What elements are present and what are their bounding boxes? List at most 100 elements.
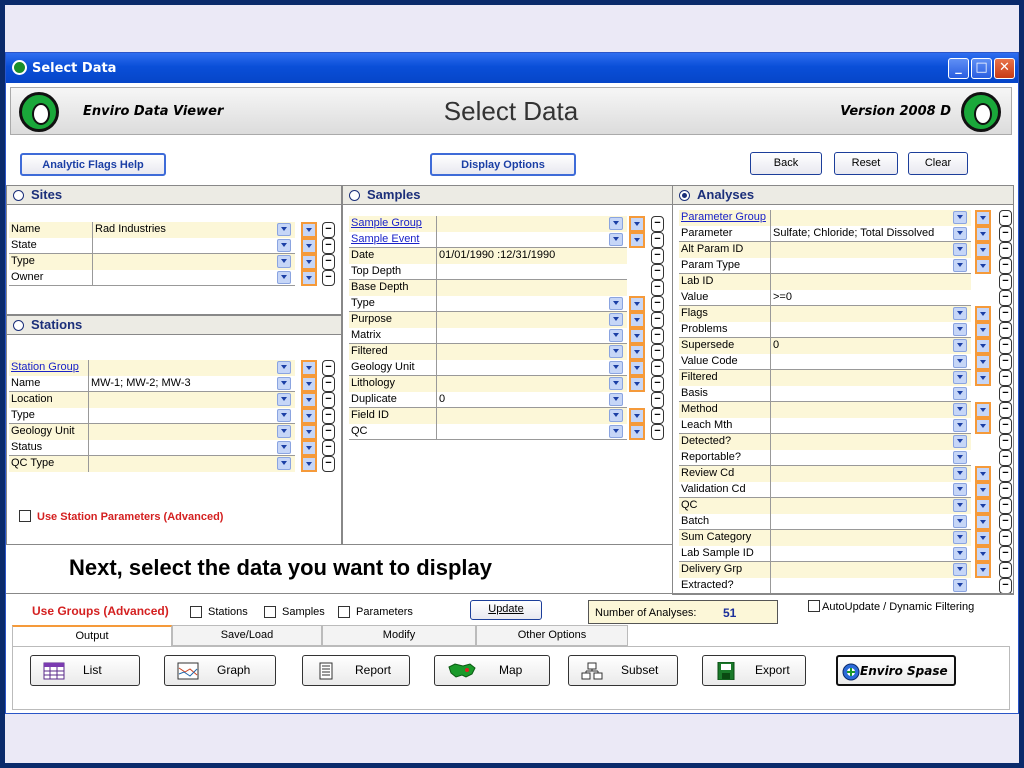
samples-dropdown-sample-event-icon[interactable] — [609, 233, 623, 246]
analyses-dropdown-filtered-icon[interactable] — [953, 371, 967, 384]
stations-group-checkbox[interactable] — [190, 606, 202, 618]
analyses-value-filtered[interactable] — [771, 370, 971, 386]
samples-dropdown-purpose-icon[interactable] — [609, 313, 623, 326]
clear-button[interactable]: Clear — [908, 152, 968, 175]
analyses-remove-parameter-group-button[interactable]: − — [999, 210, 1012, 226]
analyses-value-batch[interactable] — [771, 514, 971, 530]
analyses-select-leach-mth-icon[interactable] — [975, 418, 991, 434]
analyses-dropdown-parameter-group-icon[interactable] — [953, 211, 967, 224]
tab-other-options[interactable]: Other Options — [476, 625, 628, 646]
analyses-dropdown-value-code-icon[interactable] — [953, 355, 967, 368]
analyses-dropdown-batch-icon[interactable] — [953, 515, 967, 528]
analyses-select-flags-icon[interactable] — [975, 306, 991, 322]
analyses-select-sum-category-icon[interactable] — [975, 530, 991, 546]
analyses-value-review-cd[interactable] — [771, 466, 971, 482]
analyses-select-value-code-icon[interactable] — [975, 354, 991, 370]
stations-select-geology-unit-icon[interactable] — [301, 424, 317, 440]
analyses-value-parameter[interactable]: Sulfate; Chloride; Total Dissolved — [771, 226, 971, 242]
samples-label-sample-group[interactable]: Sample Group — [349, 216, 437, 232]
analyses-remove-sum-category-button[interactable]: − — [999, 530, 1012, 546]
stations-select-status-icon[interactable] — [301, 440, 317, 456]
analyses-dropdown-parameter-icon[interactable] — [953, 227, 967, 240]
sites-remove-name-button[interactable]: − — [322, 222, 335, 238]
samples-remove-base-depth-button[interactable]: − — [651, 280, 664, 296]
analyses-dropdown-lab-sample-id-icon[interactable] — [953, 547, 967, 560]
display-options-button[interactable]: Display Options — [430, 153, 576, 176]
samples-value-purpose[interactable] — [437, 312, 627, 328]
samples-select-field-id-icon[interactable] — [629, 408, 645, 424]
analyses-select-review-cd-icon[interactable] — [975, 466, 991, 482]
analyses-value-parameter-group[interactable] — [771, 210, 971, 226]
sites-remove-owner-button[interactable]: − — [322, 270, 335, 286]
analyses-select-supersede-icon[interactable] — [975, 338, 991, 354]
analyses-remove-qc-button[interactable]: − — [999, 498, 1012, 514]
samples-value-filtered[interactable] — [437, 344, 627, 360]
analyses-dropdown-qc-icon[interactable] — [953, 499, 967, 512]
stations-radio[interactable] — [13, 320, 24, 331]
analyses-select-param-type-icon[interactable] — [975, 258, 991, 274]
analyses-select-delivery-grp-icon[interactable] — [975, 562, 991, 578]
analyses-dropdown-detected-icon[interactable] — [953, 435, 967, 448]
analyses-remove-basis-button[interactable]: − — [999, 386, 1012, 402]
samples-value-matrix[interactable] — [437, 328, 627, 344]
samples-value-lithology[interactable] — [437, 376, 627, 392]
stations-dropdown-location-icon[interactable] — [277, 393, 291, 406]
close-button[interactable]: ✕ — [994, 58, 1015, 79]
analyses-value-leach-mth[interactable] — [771, 418, 971, 434]
sites-value-name[interactable]: Rad Industries — [93, 222, 295, 238]
analyses-remove-review-cd-button[interactable]: − — [999, 466, 1012, 482]
samples-value-sample-event[interactable] — [437, 232, 627, 248]
stations-select-type-icon[interactable] — [301, 408, 317, 424]
samples-select-sample-group-icon[interactable] — [629, 216, 645, 232]
samples-radio[interactable] — [349, 190, 360, 201]
analyses-remove-flags-button[interactable]: − — [999, 306, 1012, 322]
samples-value-base-depth[interactable] — [437, 280, 627, 296]
analyses-remove-extracted-button[interactable]: − — [999, 578, 1012, 594]
analyses-select-batch-icon[interactable] — [975, 514, 991, 530]
analyses-value-param-type[interactable] — [771, 258, 971, 274]
stations-dropdown-name-icon[interactable] — [277, 377, 291, 390]
stations-value-name[interactable]: MW-1; MW-2; MW-3 — [89, 376, 295, 392]
list-button[interactable]: List — [30, 655, 140, 686]
analyses-value-delivery-grp[interactable] — [771, 562, 971, 578]
analyses-value-problems[interactable] — [771, 322, 971, 338]
analyses-dropdown-sum-category-icon[interactable] — [953, 531, 967, 544]
samples-value-duplicate[interactable]: 0 — [437, 392, 627, 408]
analyses-value-method[interactable] — [771, 402, 971, 418]
samples-remove-qc-button[interactable]: − — [651, 424, 664, 440]
samples-value-qc[interactable] — [437, 424, 627, 440]
samples-select-type-icon[interactable] — [629, 296, 645, 312]
tab-output[interactable]: Output — [12, 625, 172, 646]
samples-dropdown-sample-group-icon[interactable] — [609, 217, 623, 230]
stations-select-location-icon[interactable] — [301, 392, 317, 408]
analyses-value-qc[interactable] — [771, 498, 971, 514]
sites-dropdown-type-icon[interactable] — [277, 255, 291, 268]
stations-value-geology-unit[interactable] — [89, 424, 295, 440]
map-button[interactable]: Map — [434, 655, 550, 686]
analyses-dropdown-alt-param-id-icon[interactable] — [953, 243, 967, 256]
samples-value-type[interactable] — [437, 296, 627, 312]
samples-remove-field-id-button[interactable]: − — [651, 408, 664, 424]
analyses-remove-detected-button[interactable]: − — [999, 434, 1012, 450]
stations-remove-type-button[interactable]: − — [322, 408, 335, 424]
sites-value-owner[interactable] — [93, 270, 295, 286]
samples-dropdown-field-id-icon[interactable] — [609, 409, 623, 422]
samples-dropdown-lithology-icon[interactable] — [609, 377, 623, 390]
analyses-remove-leach-mth-button[interactable]: − — [999, 418, 1012, 434]
analyses-remove-problems-button[interactable]: − — [999, 322, 1012, 338]
samples-remove-geology-unit-button[interactable]: − — [651, 360, 664, 376]
analyses-value-basis[interactable] — [771, 386, 971, 402]
samples-dropdown-qc-icon[interactable] — [609, 425, 623, 438]
analyses-dropdown-param-type-icon[interactable] — [953, 259, 967, 272]
samples-remove-date-button[interactable]: − — [651, 248, 664, 264]
sites-dropdown-state-icon[interactable] — [277, 239, 291, 252]
samples-select-filtered-icon[interactable] — [629, 344, 645, 360]
stations-value-location[interactable] — [89, 392, 295, 408]
analyses-remove-batch-button[interactable]: − — [999, 514, 1012, 530]
enviro-spase-button[interactable]: Enviro Spase — [836, 655, 956, 686]
sites-remove-type-button[interactable]: − — [322, 254, 335, 270]
stations-select-name-icon[interactable] — [301, 376, 317, 392]
analyses-dropdown-flags-icon[interactable] — [953, 307, 967, 320]
back-button[interactable]: Back — [750, 152, 822, 175]
stations-dropdown-geology-unit-icon[interactable] — [277, 425, 291, 438]
